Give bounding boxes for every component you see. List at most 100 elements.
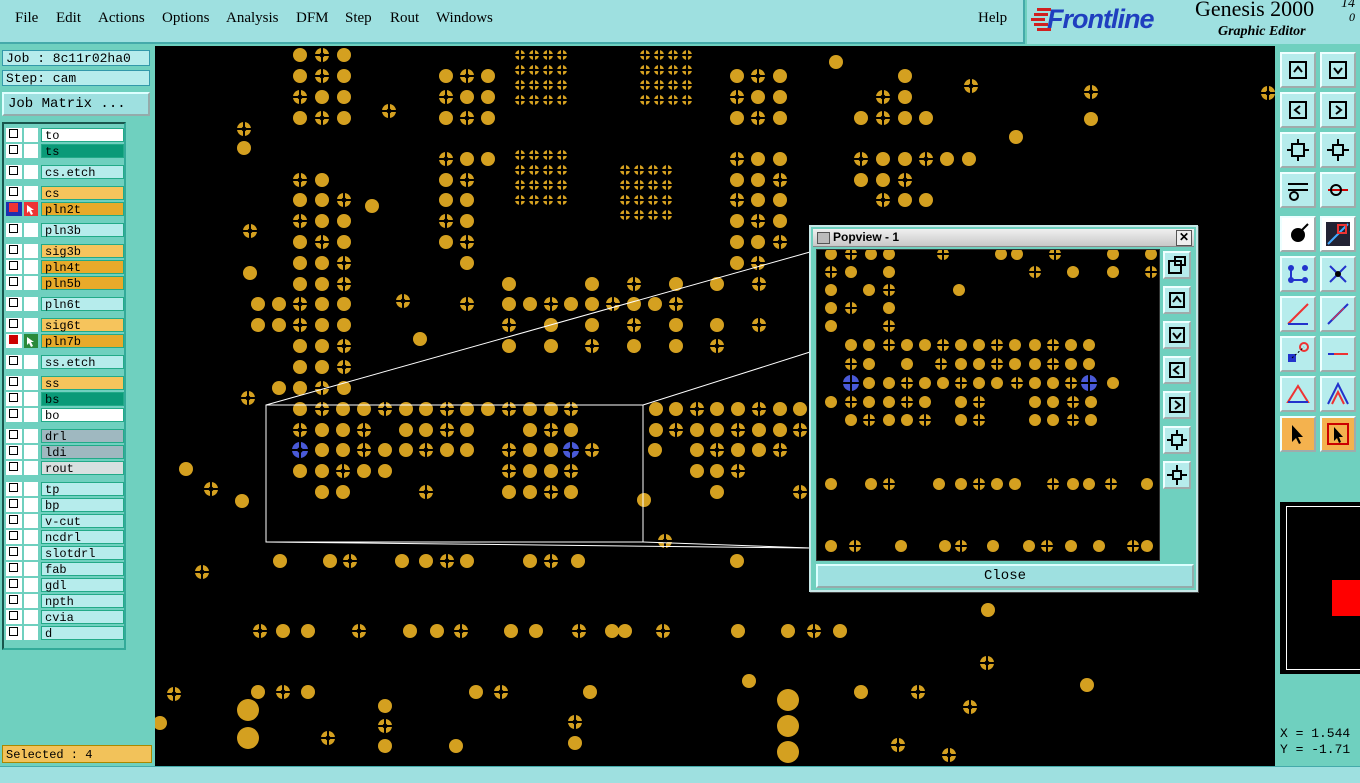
layer-name[interactable]: d (41, 626, 124, 641)
layer-name[interactable]: pln5b (41, 276, 124, 291)
layer-display-checkbox[interactable] (6, 498, 22, 512)
layer-row-pln3b[interactable]: pln3b (6, 223, 124, 238)
menu-actions[interactable]: Actions (98, 10, 145, 27)
layer-name[interactable]: bo (41, 408, 124, 423)
menu-options[interactable]: Options (162, 10, 210, 27)
layer-name[interactable]: ts (41, 144, 124, 159)
layer-display-checkbox[interactable] (6, 626, 22, 640)
layer-name[interactable]: sig3b (41, 244, 124, 259)
layer-display-checkbox[interactable] (6, 202, 22, 216)
layer-name[interactable]: ss.etch (41, 355, 124, 370)
window-menu-icon[interactable] (817, 232, 830, 244)
layer-display-checkbox[interactable] (6, 376, 22, 390)
layer-status-icon[interactable] (24, 128, 38, 142)
layer-status-icon[interactable] (24, 223, 38, 237)
layer-row-v-cut[interactable]: v-cut (6, 514, 124, 529)
layer-row-rout[interactable]: rout (6, 461, 124, 476)
layer-row-ldi[interactable]: ldi (6, 445, 124, 460)
layer-status-icon[interactable] (24, 530, 38, 544)
layer-status-icon[interactable] (24, 408, 38, 422)
layer-name[interactable]: cvia (41, 610, 124, 625)
layer-name[interactable]: ncdrl (41, 530, 124, 545)
zoom-home-icon[interactable] (1320, 132, 1356, 168)
layer-row-d[interactable]: d (6, 626, 124, 641)
layer-row-drl[interactable]: drl (6, 429, 124, 444)
layer-display-checkbox[interactable] (6, 461, 22, 475)
menu-help[interactable]: Help (978, 10, 1007, 27)
layer-name[interactable]: pln6t (41, 297, 124, 312)
menu-dfm[interactable]: DFM (296, 10, 329, 27)
layer-status-icon[interactable] (24, 355, 38, 369)
layer-name[interactable]: tp (41, 482, 124, 497)
layer-name[interactable]: bp (41, 498, 124, 513)
triangle-tool-icon[interactable] (1280, 376, 1316, 412)
layer-name[interactable]: ldi (41, 445, 124, 460)
layer-status-icon[interactable] (24, 578, 38, 592)
layer-row-ts[interactable]: ts (6, 144, 124, 159)
close-icon[interactable]: ✕ (1176, 230, 1192, 246)
popview-canvas[interactable] (816, 249, 1160, 561)
layer-status-icon[interactable] (24, 244, 38, 258)
route-tool-icon[interactable] (1280, 296, 1316, 332)
layer-status-icon[interactable] (24, 461, 38, 475)
add-feature-icon[interactable] (1280, 336, 1316, 372)
select-area-icon[interactable] (1320, 416, 1356, 452)
layer-row-slotdrl[interactable]: slotdrl (6, 546, 124, 561)
layer-row-bs[interactable]: bs (6, 392, 124, 407)
layer-row-pln6t[interactable]: pln6t (6, 297, 124, 312)
layer-status-icon[interactable] (24, 392, 38, 406)
select-pointer-icon[interactable] (1280, 416, 1316, 452)
layer-display-checkbox[interactable] (6, 594, 22, 608)
layer-display-checkbox[interactable] (6, 445, 22, 459)
layer-name[interactable]: cs.etch (41, 165, 124, 180)
layer-status-icon[interactable] (24, 562, 38, 576)
layer-name[interactable]: v-cut (41, 514, 124, 529)
layer-name[interactable]: rout (41, 461, 124, 476)
layer-name[interactable]: to (41, 128, 124, 143)
layer-display-checkbox[interactable] (6, 514, 22, 528)
popview-close-button[interactable]: Close (816, 564, 1194, 588)
layer-row-bo[interactable]: bo (6, 408, 124, 423)
layer-status-icon[interactable] (24, 594, 38, 608)
layer-name[interactable]: npth (41, 594, 124, 609)
layer-status-icon[interactable] (24, 276, 38, 290)
layer-display-checkbox[interactable] (6, 276, 22, 290)
zoom-fit-icon[interactable] (1280, 132, 1316, 168)
pan-left-icon[interactable] (1280, 92, 1316, 128)
layer-display-checkbox[interactable] (6, 334, 22, 348)
layer-name[interactable]: sig6t (41, 318, 124, 333)
job-matrix-button[interactable]: Job Matrix ... (2, 92, 150, 116)
layer-display-checkbox[interactable] (6, 297, 22, 311)
layer-display-checkbox[interactable] (6, 392, 22, 406)
layer-display-checkbox[interactable] (6, 318, 22, 332)
layer-row-pln2t[interactable]: pln2t (6, 202, 124, 217)
layer-status-icon[interactable] (24, 514, 38, 528)
slash-tool-icon[interactable] (1320, 296, 1356, 332)
layer-row-fab[interactable]: fab (6, 562, 124, 577)
layer-display-checkbox[interactable] (6, 144, 22, 158)
layer-name[interactable]: bs (41, 392, 124, 407)
layer-row-pln7b[interactable]: pln7b (6, 334, 124, 349)
layer-name[interactable]: fab (41, 562, 124, 577)
layer-name[interactable]: pln3b (41, 223, 124, 238)
cut-line-icon[interactable] (1320, 336, 1356, 372)
menu-step[interactable]: Step (345, 10, 372, 27)
layer-name[interactable]: pln2t (41, 202, 124, 217)
layer-display-checkbox[interactable] (6, 610, 22, 624)
layer-status-icon[interactable] (24, 445, 38, 459)
layer-name[interactable]: gdl (41, 578, 124, 593)
snap-tool-icon[interactable] (1320, 172, 1356, 208)
menu-rout[interactable]: Rout (390, 10, 419, 27)
layer-row-gdl[interactable]: gdl (6, 578, 124, 593)
layer-row-tp[interactable]: tp (6, 482, 124, 497)
popview-pan-left-icon[interactable] (1163, 356, 1191, 384)
net-tool-icon[interactable] (1280, 256, 1316, 292)
work-layer-icon[interactable] (24, 202, 38, 216)
pan-right-icon[interactable] (1320, 92, 1356, 128)
layer-status-icon[interactable] (24, 260, 38, 274)
layer-status-icon[interactable] (24, 376, 38, 390)
popview-pan-down-icon[interactable] (1163, 321, 1191, 349)
layer-row-npth[interactable]: npth (6, 594, 124, 609)
layer-name[interactable]: pln4t (41, 260, 124, 275)
layer-display-checkbox[interactable] (6, 578, 22, 592)
